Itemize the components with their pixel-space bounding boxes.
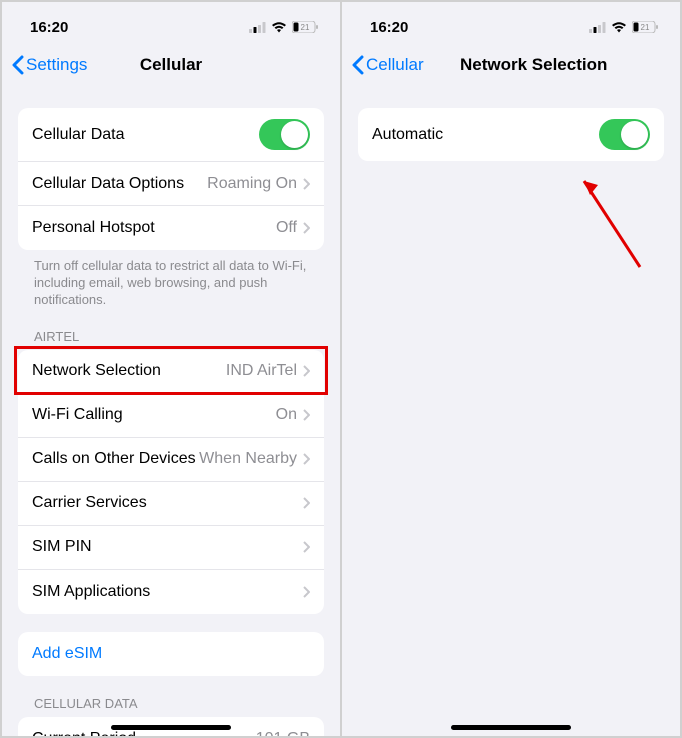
row-right: When Nearby: [199, 450, 310, 468]
chevron-right-icon: [303, 409, 310, 421]
row-label: SIM PIN: [32, 538, 92, 556]
chevron-right-icon: [303, 586, 310, 598]
content-area: Cellular Data Cellular Data Options Roam…: [2, 108, 340, 736]
footer-text: Turn off cellular data to restrict all d…: [18, 250, 324, 309]
row-right: [303, 541, 310, 553]
chevron-right-icon: [303, 222, 310, 234]
row-detail: On: [276, 406, 297, 424]
row-right: IND AirTel: [226, 362, 310, 380]
battery-icon: 21: [632, 21, 658, 33]
status-icons: 21: [589, 21, 658, 33]
chevron-right-icon: [303, 541, 310, 553]
group-add-esim: Add eSIM: [18, 632, 324, 676]
row-wifi-calling[interactable]: Wi-Fi Calling On: [18, 394, 324, 438]
group-cellular-main: Cellular Data Cellular Data Options Roam…: [18, 108, 324, 250]
page-title: Cellular: [140, 55, 202, 75]
row-calls-other-devices[interactable]: Calls on Other Devices When Nearby: [18, 438, 324, 482]
toggle-automatic[interactable]: [599, 119, 650, 150]
chevron-right-icon: [303, 178, 310, 190]
row-network-selection[interactable]: Network Selection IND AirTel: [18, 350, 324, 394]
section-header-airtel: AIRTEL: [18, 309, 324, 350]
row-label: Automatic: [372, 126, 443, 144]
row-right: [303, 497, 310, 509]
svg-text:21: 21: [301, 23, 310, 32]
row-automatic[interactable]: Automatic: [358, 108, 664, 161]
row-detail: Off: [276, 219, 297, 237]
row-label: Cellular Data: [32, 126, 124, 144]
status-bar: 16:20 21: [2, 2, 340, 46]
back-button[interactable]: Cellular: [352, 55, 424, 75]
status-bar: 16:20 21: [342, 2, 680, 46]
svg-text:21: 21: [641, 23, 650, 32]
phone-left: 16:20 21 Settings Cellular Cellular Data…: [2, 2, 340, 736]
status-time: 16:20: [370, 19, 408, 36]
page-title: Network Selection: [460, 55, 607, 75]
battery-icon: 21: [292, 21, 318, 33]
row-sim-pin[interactable]: SIM PIN: [18, 526, 324, 570]
nav-bar: Cellular Network Selection: [342, 46, 680, 90]
section-header-cellular-data: CELLULAR DATA: [18, 676, 324, 717]
row-carrier-services[interactable]: Carrier Services: [18, 482, 324, 526]
chevron-right-icon: [303, 365, 310, 377]
back-button[interactable]: Settings: [12, 55, 87, 75]
row-right: Roaming On: [207, 175, 310, 193]
status-time: 16:20: [30, 19, 68, 36]
phone-right: 16:20 21 Cellular Network Selection Auto…: [342, 2, 680, 736]
row-label: Personal Hotspot: [32, 219, 155, 237]
row-cellular-data[interactable]: Cellular Data: [18, 108, 324, 162]
row-label: Carrier Services: [32, 494, 147, 512]
row-label: Network Selection: [32, 362, 161, 380]
row-right: Off: [276, 219, 310, 237]
status-icons: 21: [249, 21, 318, 33]
row-add-esim[interactable]: Add eSIM: [18, 632, 324, 676]
row-right: On: [276, 406, 310, 424]
cellular-signal-icon: [249, 22, 266, 33]
chevron-left-icon: [12, 55, 24, 75]
row-detail: 101 GB: [256, 730, 310, 736]
home-indicator[interactable]: [451, 725, 571, 730]
group-network-selection: Automatic: [358, 108, 664, 161]
row-detail: When Nearby: [199, 450, 297, 468]
row-sim-applications[interactable]: SIM Applications: [18, 570, 324, 614]
back-label: Cellular: [366, 55, 424, 75]
row-label: Cellular Data Options: [32, 175, 184, 193]
cellular-signal-icon: [589, 22, 606, 33]
row-detail: IND AirTel: [226, 362, 297, 380]
row-cellular-options[interactable]: Cellular Data Options Roaming On: [18, 162, 324, 206]
row-label: Add eSIM: [32, 645, 102, 663]
row-detail: Roaming On: [207, 175, 297, 193]
toggle-cellular-data[interactable]: [259, 119, 310, 150]
wifi-icon: [611, 22, 627, 33]
row-label: Calls on Other Devices: [32, 450, 196, 468]
chevron-right-icon: [303, 497, 310, 509]
chevron-left-icon: [352, 55, 364, 75]
annotation-arrow: [570, 167, 650, 277]
content-area: Automatic: [342, 108, 680, 161]
back-label: Settings: [26, 55, 87, 75]
row-label: SIM Applications: [32, 583, 150, 601]
row-label: Wi-Fi Calling: [32, 406, 123, 424]
chevron-right-icon: [303, 453, 310, 465]
row-right: [303, 586, 310, 598]
row-personal-hotspot[interactable]: Personal Hotspot Off: [18, 206, 324, 250]
home-indicator[interactable]: [111, 725, 231, 730]
wifi-icon: [271, 22, 287, 33]
group-airtel: Network Selection IND AirTel Wi-Fi Calli…: [18, 350, 324, 614]
nav-bar: Settings Cellular: [2, 46, 340, 90]
row-label: Current Period: [32, 730, 136, 736]
